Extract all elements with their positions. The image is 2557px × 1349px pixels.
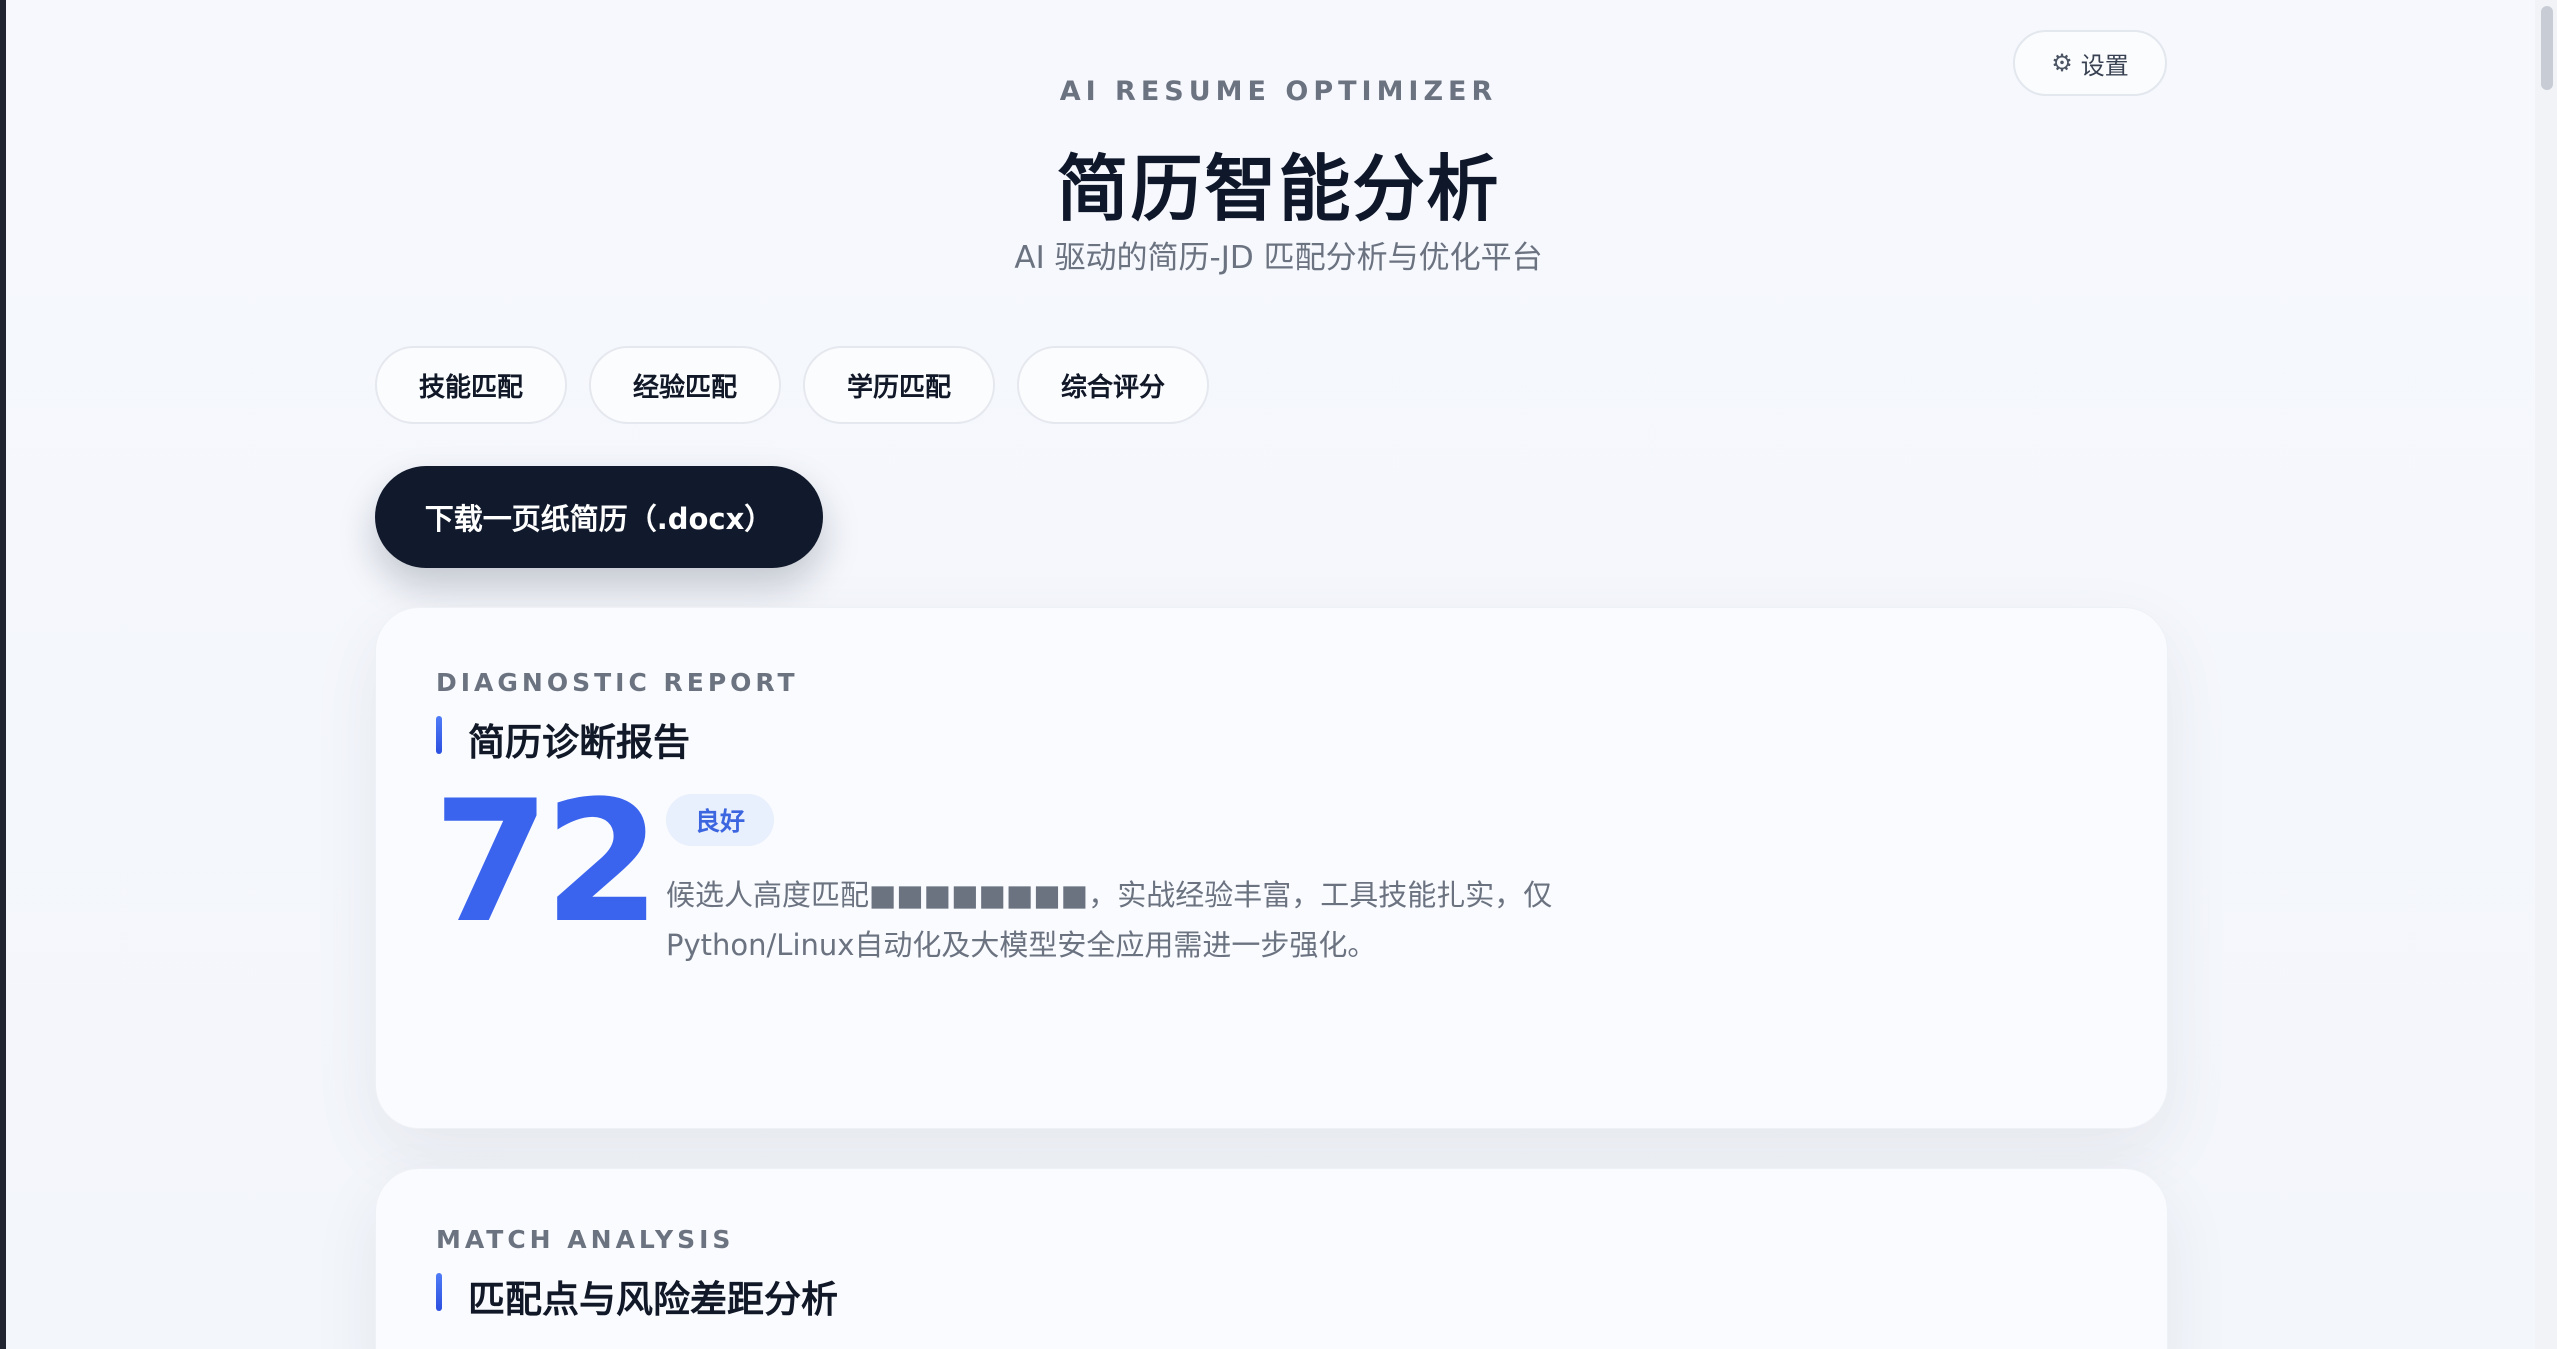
card-eyebrow: DIAGNOSTIC REPORT [436, 668, 799, 697]
chip-overall-score[interactable]: 综合评分 [1017, 346, 1209, 424]
chip-skill-match[interactable]: 技能匹配 [375, 346, 567, 424]
summary-text: 候选人高度匹配■■■■■■■■，实战经验丰富，工具技能扎实，仅 Python/L… [666, 870, 1666, 970]
gear-icon: ⚙ [2051, 49, 2073, 77]
card-title: 匹配点与风险差距分析 [436, 1269, 838, 1323]
match-analysis-card: MATCH ANALYSIS 匹配点与风险差距分析 [375, 1168, 2168, 1349]
page-eyebrow: AI RESUME OPTIMIZER [1059, 76, 1498, 107]
download-resume-button[interactable]: 下载一页纸简历（.docx） [375, 466, 823, 568]
chip-education-match[interactable]: 学历匹配 [803, 346, 995, 424]
summary-line: Python/Linux自动化及大模型安全应用需进一步强化。 [666, 928, 1377, 962]
page-title: 简历智能分析 [1056, 147, 1501, 231]
card-eyebrow: MATCH ANALYSIS [436, 1225, 735, 1254]
filter-chips: 技能匹配 经验匹配 学历匹配 综合评分 [375, 346, 1209, 424]
diagnostic-report-card: DIAGNOSTIC REPORT 简历诊断报告 72 良好 候选人高度匹配■■… [375, 607, 2168, 1129]
summary-line: 候选人高度匹配■■■■■■■■，实战经验丰富，工具技能扎实，仅 [666, 878, 1553, 912]
scrollbar[interactable] [2535, 0, 2557, 1349]
score-value: 72 [433, 764, 661, 960]
chip-experience-match[interactable]: 经验匹配 [589, 346, 781, 424]
page-subtitle: AI 驱动的简历-JD 匹配分析与优化平台 [1014, 240, 1543, 276]
app-window: ⚙ 设置 AI RESUME OPTIMIZER 简历智能分析 AI 驱动的简历… [0, 0, 2557, 1349]
card-title: 简历诊断报告 [436, 712, 690, 766]
status-badge: 良好 [666, 794, 774, 846]
scrollbar-thumb[interactable] [2541, 6, 2553, 90]
